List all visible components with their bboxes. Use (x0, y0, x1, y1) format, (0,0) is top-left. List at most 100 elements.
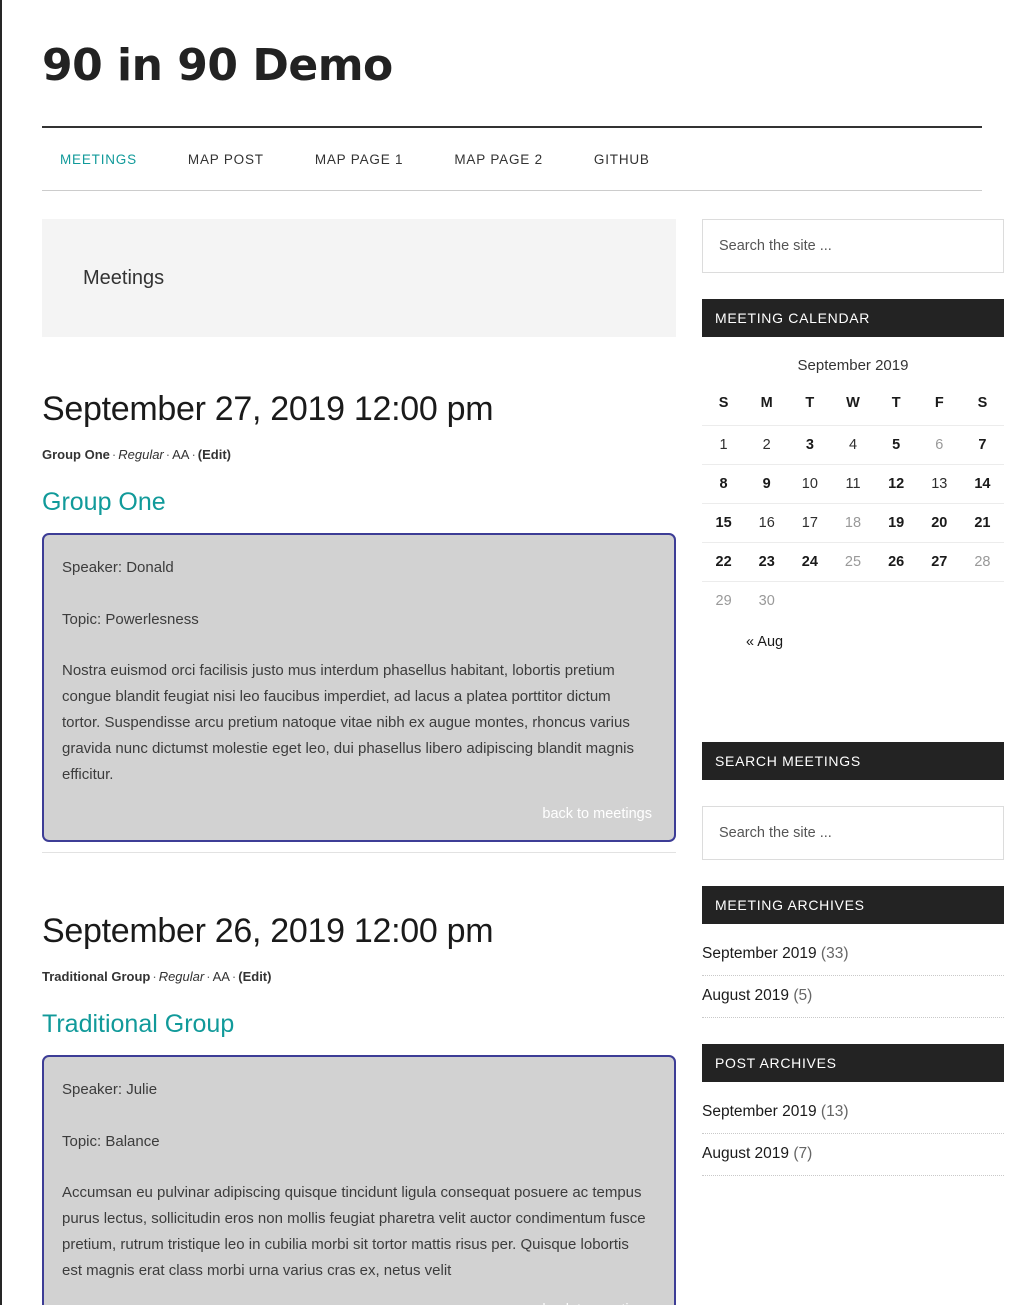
calendar-day: 17 (788, 503, 832, 543)
calendar-day (788, 581, 832, 620)
calendar-day-link[interactable]: 7 (960, 425, 1004, 465)
site-header: 90 in 90 Demo (8, 0, 1022, 126)
calendar-day-link[interactable]: 15 (702, 503, 746, 543)
archive-count: (13) (820, 1103, 849, 1120)
site-search-top[interactable] (702, 219, 1004, 273)
primary-navigation-wrapper: Meetings Map Post Map Page 1 Map Page 2 Gith… (42, 126, 982, 191)
page-title: Meetings (83, 266, 165, 289)
entry-meta-separator: · (165, 446, 171, 462)
calendar-weekday: T (805, 395, 815, 411)
calendar-weekday: S (718, 395, 729, 411)
calendar-day-link[interactable]: 22 (702, 542, 746, 582)
archive-link[interactable]: September 2019 (702, 945, 817, 962)
calendar-day: 10 (788, 464, 832, 504)
entry-title: September 26, 2019 12:00 pm (42, 912, 494, 951)
entry-title: September 27, 2019 12:00 pm (42, 390, 494, 428)
calendar-day-link[interactable]: 26 (874, 542, 918, 582)
archive-list-item: August 2019 (7) (702, 1134, 1004, 1176)
calendar-day-link[interactable]: 8 (702, 464, 746, 504)
calendar-navigation: « Aug (702, 620, 1004, 650)
calendar-day: 29 (702, 581, 746, 620)
sidebar: Meeting Calendar September 2019 SMTWTFS … (702, 219, 1004, 1202)
card-speaker: Speaker: Donald (62, 558, 174, 576)
group-heading-link[interactable]: Traditional Group (42, 1010, 676, 1039)
calendar-day: 2 (745, 425, 789, 465)
entry-meta-group[interactable]: Group One (42, 447, 110, 462)
archive-count: (7) (793, 1145, 813, 1162)
entry-edit-link[interactable]: (Edit) (238, 969, 271, 984)
back-to-meetings-link[interactable]: back to meetings (62, 1298, 652, 1305)
calendar-day-link[interactable]: 24 (788, 542, 832, 582)
calendar-day-link[interactable]: 14 (960, 464, 1004, 504)
archive-link[interactable]: August 2019 (702, 987, 789, 1004)
calendar-day (917, 581, 961, 620)
group-heading-link[interactable]: Group One (42, 488, 676, 517)
calendar-day-link[interactable]: 23 (745, 542, 789, 582)
search-meetings-widget-title: Search Meetings (702, 742, 1004, 780)
calendar-weekday-row: SMTWTFS (702, 388, 1004, 426)
calendar-day-link[interactable]: 9 (745, 464, 789, 504)
calendar-weekday: W (846, 395, 860, 411)
nav-item-meetings[interactable]: Meetings (60, 152, 137, 167)
meeting-entry: September 26, 2019 12:00 pm Traditional G… (42, 852, 676, 1305)
archive-title-box: Meetings (42, 219, 676, 337)
calendar-day: 18 (831, 503, 875, 543)
post-archives-widget-title: Post Archives (702, 1044, 1004, 1082)
entry-meta-group[interactable]: Traditional Group (42, 969, 150, 984)
calendar-week-row: 22 23 24 25 26 27 28 (702, 542, 1004, 582)
calendar-weekday: T (891, 395, 901, 411)
meeting-card: Speaker: Julie Topic: Balance Accumsan eu … (42, 1054, 676, 1305)
calendar-day-link[interactable]: 20 (917, 503, 961, 543)
nav-item-github[interactable]: Github (594, 152, 650, 167)
meeting-entry: September 27, 2019 12:00 pm Group One · Reg… (42, 389, 676, 852)
entry-meta-separator: · (152, 968, 157, 984)
entry-meta-type: Regular (118, 446, 164, 462)
calendar-day-link[interactable]: 3 (788, 425, 832, 465)
nav-item-map-page-2[interactable]: Map Page 2 (454, 152, 543, 167)
calendar-table: SMTWTFS 1 2 3 4 5 6 7 8 9 10 11 12 13 14 15 16 17 18 19 20 2… (702, 388, 1004, 620)
search-input-top[interactable] (719, 238, 987, 254)
back-to-meetings-link[interactable]: back to meetings (62, 802, 652, 822)
calendar-day-link[interactable]: 12 (874, 464, 918, 504)
meeting-archives-widget-title: Meeting Archives (702, 886, 1004, 924)
site-root: 90 in 90 Demo Meetings Map Post Map Page 1… (0, 0, 1022, 1305)
search-meetings-box[interactable] (702, 806, 1004, 860)
archive-link[interactable]: August 2019 (702, 1145, 789, 1162)
calendar-day-link[interactable]: 21 (960, 503, 1004, 543)
entry-meta-separator: · (111, 446, 117, 462)
card-description: Nostra euismod orci facilisis justo mus … (62, 662, 634, 784)
post-archives-widget: Post Archives September 2019 (13) August … (702, 1044, 1004, 1176)
archive-count: (33) (820, 945, 849, 962)
calendar-day (960, 581, 1004, 620)
calendar-day-link[interactable]: 5 (874, 425, 918, 465)
entry-meta-separator: · (191, 446, 196, 462)
entry-meta-fellowship: AA (212, 968, 230, 984)
archive-list-item: August 2019 (5) (702, 976, 1004, 1018)
nav-item-map-page-1[interactable]: Map Page 1 (315, 152, 404, 167)
archive-link[interactable]: September 2019 (702, 1103, 817, 1120)
entry-meta-type: Regular (158, 968, 205, 984)
archive-count: (5) (793, 987, 813, 1004)
calendar-day (831, 581, 875, 620)
site-title: 90 in 90 Demo (42, 40, 393, 91)
calendar-day-link[interactable]: 27 (917, 542, 961, 582)
card-description: Accumsan eu pulvinar adipiscing quisque … (62, 1184, 646, 1280)
primary-navigation: Meetings Map Post Map Page 1 Map Page 2 Gith… (42, 128, 982, 190)
meeting-card: Speaker: Donald Topic: Powerlesness Nostra… (42, 532, 676, 843)
calendar-day: 30 (745, 581, 789, 620)
calendar-day-link[interactable]: 19 (874, 503, 918, 543)
calendar-week-row: 1234567 (702, 425, 1004, 465)
page-layout: Meetings September 27, 2019 12:00 pm Grou… (8, 191, 1022, 1305)
nav-item-map-post[interactable]: Map Post (188, 152, 264, 167)
entry-meta-fellowship: AA (172, 446, 190, 462)
calendar-caption: September 2019 (797, 357, 909, 374)
entry-edit-link[interactable]: (Edit) (198, 447, 231, 462)
archive-list-item: September 2019 (13) (702, 1092, 1004, 1134)
calendar-day: 11 (831, 464, 875, 504)
entry-meta: Traditional Group · Regular · AA · (Edit) (42, 969, 676, 984)
entry-meta: Group One · Regular · AA · (Edit) (42, 447, 676, 462)
calendar-day: 4 (831, 425, 875, 465)
calendar-prev-month-link[interactable]: « Aug (746, 634, 783, 650)
card-topic: Topic: Powerlesness (62, 610, 199, 628)
search-meetings-input[interactable] (719, 825, 987, 841)
